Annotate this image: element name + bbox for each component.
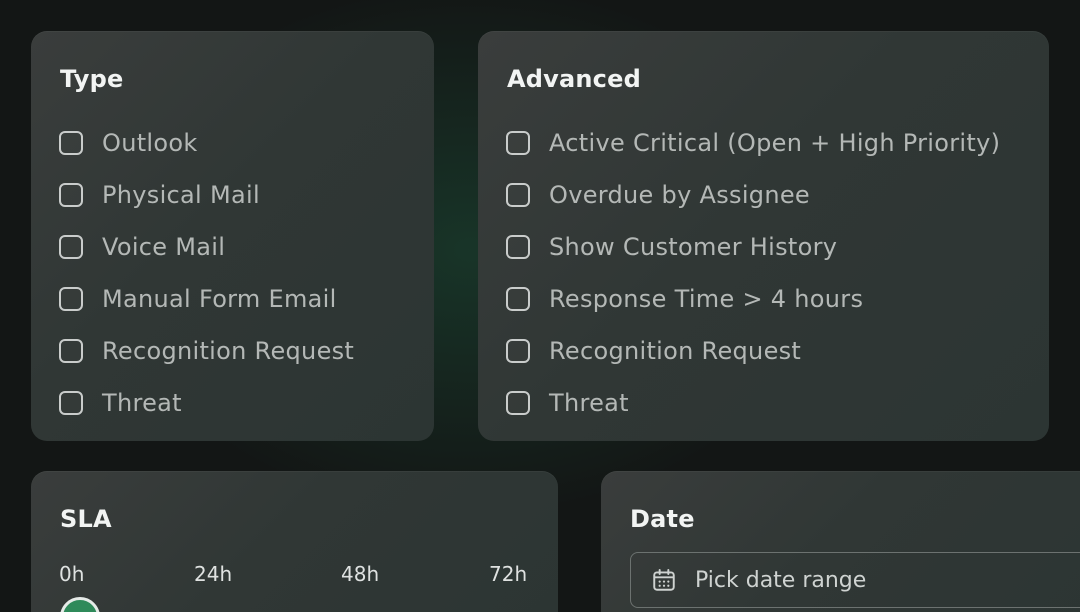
advanced-card-title: Advanced	[507, 65, 641, 93]
type-filter-card: Type Outlook Physical Mail Voice Mail Ma…	[31, 31, 434, 441]
option-label: Manual Form Email	[102, 285, 337, 313]
option-label: Threat	[549, 389, 629, 417]
advanced-option-active-critical[interactable]: Active Critical (Open + High Priority)	[506, 117, 1000, 169]
sla-tick-label: 24h	[194, 562, 233, 586]
checkbox[interactable]	[506, 339, 530, 363]
sla-tick-label: 72h	[489, 562, 528, 586]
option-label: Active Critical (Open + High Priority)	[549, 129, 1001, 157]
option-label: Recognition Request	[102, 337, 355, 365]
type-option-list: Outlook Physical Mail Voice Mail Manual …	[59, 117, 354, 429]
type-option-threat[interactable]: Threat	[59, 377, 354, 429]
type-option-voice-mail[interactable]: Voice Mail	[59, 221, 354, 273]
sla-slider-ticks: 0h 24h 48h 72h	[59, 562, 529, 586]
checkbox[interactable]	[506, 183, 530, 207]
type-option-manual-form-email[interactable]: Manual Form Email	[59, 273, 354, 325]
option-label: Threat	[102, 389, 182, 417]
option-label: Recognition Request	[549, 337, 802, 365]
checkbox[interactable]	[506, 391, 530, 415]
type-option-physical-mail[interactable]: Physical Mail	[59, 169, 354, 221]
date-range-placeholder: Pick date range	[695, 567, 867, 593]
advanced-option-threat[interactable]: Threat	[506, 377, 1000, 429]
advanced-option-customer-history[interactable]: Show Customer History	[506, 221, 1000, 273]
advanced-filter-card: Advanced Active Critical (Open + High Pr…	[478, 31, 1049, 441]
checkbox[interactable]	[506, 287, 530, 311]
type-option-outlook[interactable]: Outlook	[59, 117, 354, 169]
option-label: Outlook	[102, 129, 198, 157]
checkbox[interactable]	[59, 391, 83, 415]
advanced-option-response-time[interactable]: Response Time > 4 hours	[506, 273, 1000, 325]
calendar-icon	[653, 569, 675, 591]
option-label: Physical Mail	[102, 181, 260, 209]
advanced-option-recognition-request[interactable]: Recognition Request	[506, 325, 1000, 377]
type-card-title: Type	[60, 65, 124, 93]
date-card-title: Date	[630, 505, 695, 533]
option-label: Response Time > 4 hours	[549, 285, 864, 313]
checkbox[interactable]	[506, 131, 530, 155]
date-range-picker[interactable]: Pick date range	[630, 552, 1080, 608]
option-label: Voice Mail	[102, 233, 226, 261]
option-label: Show Customer History	[549, 233, 838, 261]
sla-slider-handle[interactable]	[60, 597, 100, 612]
advanced-option-list: Active Critical (Open + High Priority) O…	[506, 117, 1000, 429]
option-label: Overdue by Assignee	[549, 181, 810, 209]
checkbox[interactable]	[59, 339, 83, 363]
type-option-recognition-request[interactable]: Recognition Request	[59, 325, 354, 377]
advanced-option-overdue-by-assignee[interactable]: Overdue by Assignee	[506, 169, 1000, 221]
sla-card-title: SLA	[60, 505, 112, 533]
sla-tick-label: 0h	[59, 562, 85, 586]
checkbox[interactable]	[59, 287, 83, 311]
filter-screen: Type Outlook Physical Mail Voice Mail Ma…	[0, 0, 1080, 612]
date-filter-card: Date Pick date range	[601, 471, 1080, 612]
sla-tick-label: 48h	[341, 562, 380, 586]
checkbox[interactable]	[59, 235, 83, 259]
sla-filter-card: SLA 0h 24h 48h 72h	[31, 471, 558, 612]
checkbox[interactable]	[506, 235, 530, 259]
checkbox[interactable]	[59, 131, 83, 155]
checkbox[interactable]	[59, 183, 83, 207]
